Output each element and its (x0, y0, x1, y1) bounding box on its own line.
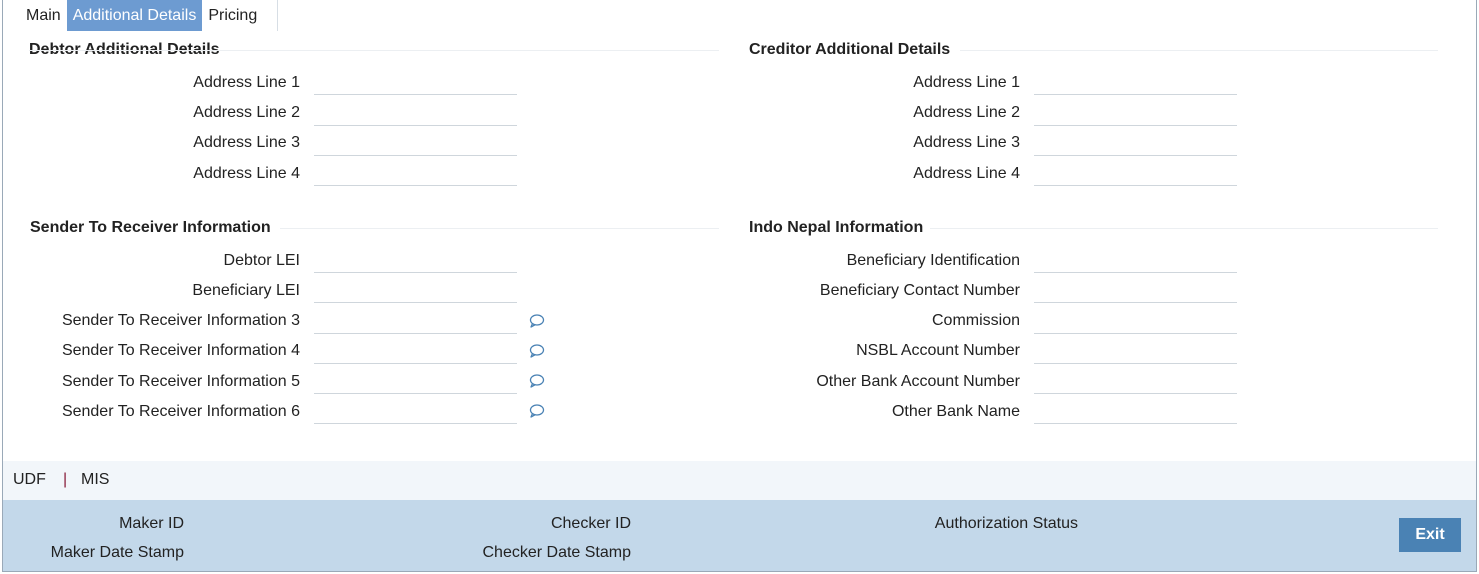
sender-receiver-info-3-input[interactable] (314, 310, 517, 334)
sender-receiver-info-4-label: Sender To Receiver Information 4 (61, 342, 300, 359)
indo-nepal-section-rule (930, 228, 1438, 229)
creditor-address-line-1-input[interactable] (1034, 71, 1237, 95)
debtor-address-line-3-input[interactable] (314, 132, 517, 156)
creditor-section-rule (960, 50, 1438, 51)
beneficiary-identification-label: Beneficiary Identification (846, 252, 1020, 269)
tab-bar: Main Additional Details Pricing (20, 0, 264, 31)
speech-bubble-icon[interactable] (529, 313, 545, 329)
creditor-address-line-4-input[interactable] (1034, 162, 1237, 186)
commission-input[interactable] (1034, 310, 1237, 334)
creditor-address-line-3-label: Address Line 3 (913, 134, 1020, 151)
mis-link[interactable]: MIS (81, 471, 109, 489)
speech-bubble-icon[interactable] (529, 343, 545, 359)
link-separator: | (63, 471, 68, 488)
maker-id-label: Maker ID (119, 515, 184, 532)
debtor-lei-input[interactable] (314, 249, 517, 273)
debtor-address-line-2-input[interactable] (314, 102, 517, 126)
checker-id-label: Checker ID (550, 515, 631, 532)
authorization-status-label: Authorization Status (934, 515, 1078, 532)
creditor-section-title: Creditor Additional Details (749, 41, 951, 58)
debtor-address-line-4-input[interactable] (314, 162, 517, 186)
beneficiary-contact-number-label: Beneficiary Contact Number (819, 282, 1020, 299)
debtor-address-line-4-label: Address Line 4 (193, 165, 300, 182)
creditor-address-line-1-label: Address Line 1 (913, 74, 1020, 91)
speech-bubble-icon[interactable] (529, 403, 545, 419)
other-bank-name-label: Other Bank Name (891, 403, 1020, 420)
creditor-address-line-2-input[interactable] (1034, 102, 1237, 126)
tab-pricing[interactable]: Pricing (202, 0, 264, 31)
checker-date-stamp-label: Checker Date Stamp (482, 544, 631, 561)
commission-label: Commission (931, 312, 1020, 329)
sender-receiver-info-4-input[interactable] (314, 340, 517, 364)
tab-additional-details[interactable]: Additional Details (66, 0, 203, 31)
sender-receiver-info-3-label: Sender To Receiver Information 3 (61, 312, 300, 329)
sender-receiver-info-5-input[interactable] (314, 370, 517, 394)
beneficiary-identification-input[interactable] (1034, 249, 1237, 273)
nsbl-account-number-input[interactable] (1034, 340, 1237, 364)
udf-mis-bar: UDF | MIS (3, 461, 1476, 500)
debtor-address-line-2-label: Address Line 2 (193, 104, 300, 121)
beneficiary-lei-label: Beneficiary LEI (192, 282, 300, 299)
sender-receiver-section-title: Sender To Receiver Information (30, 219, 271, 236)
other-bank-account-number-label: Other Bank Account Number (816, 373, 1020, 390)
tab-divider (277, 0, 278, 31)
debtor-section-rule-tail (230, 50, 719, 51)
debtor-address-line-1-label: Address Line 1 (193, 74, 300, 91)
indo-nepal-section-title: Indo Nepal Information (749, 219, 924, 236)
exit-button[interactable]: Exit (1399, 518, 1461, 552)
speech-bubble-icon[interactable] (529, 373, 545, 389)
audit-bar: Maker ID Maker Date Stamp Checker ID Che… (3, 500, 1476, 571)
maker-date-stamp-label: Maker Date Stamp (50, 544, 184, 561)
creditor-address-line-2-label: Address Line 2 (913, 104, 1020, 121)
debtor-lei-label: Debtor LEI (223, 252, 300, 269)
beneficiary-contact-number-input[interactable] (1034, 279, 1237, 303)
beneficiary-lei-input[interactable] (314, 279, 517, 303)
udf-link[interactable]: UDF (13, 471, 46, 489)
debtor-address-line-3-label: Address Line 3 (193, 134, 300, 151)
sender-receiver-info-6-label: Sender To Receiver Information 6 (61, 403, 300, 420)
creditor-address-line-3-input[interactable] (1034, 132, 1237, 156)
creditor-address-line-4-label: Address Line 4 (913, 165, 1020, 182)
nsbl-account-number-label: NSBL Account Number (856, 342, 1020, 359)
other-bank-name-input[interactable] (1034, 400, 1237, 424)
sender-receiver-section-rule (280, 228, 719, 229)
other-bank-account-number-input[interactable] (1034, 370, 1237, 394)
sender-receiver-info-6-input[interactable] (314, 400, 517, 424)
tab-main[interactable]: Main (20, 0, 67, 31)
debtor-address-line-1-input[interactable] (314, 71, 517, 95)
sender-receiver-info-5-label: Sender To Receiver Information 5 (61, 373, 300, 390)
